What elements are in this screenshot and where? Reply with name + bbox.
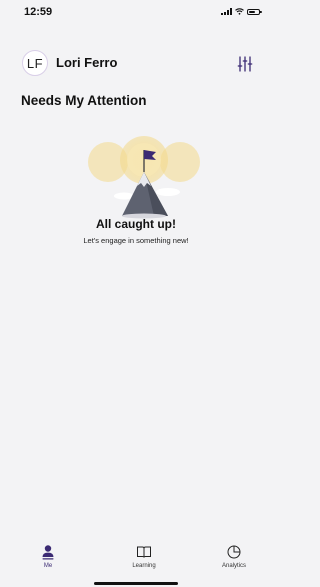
- battery-icon: [247, 8, 262, 15]
- section-title: Needs My Attention: [21, 93, 147, 108]
- app-screen: 12:59 LF Lori Ferro Needs My Attention A…: [0, 0, 272, 587]
- status-time: 12:59: [24, 6, 53, 18]
- status-icons: [221, 8, 262, 15]
- person-icon: [42, 545, 54, 560]
- tab-me[interactable]: Me: [18, 540, 78, 576]
- wifi-icon: [235, 8, 244, 15]
- pie-chart-icon: [227, 545, 241, 559]
- empty-state-title: All caught up!: [96, 217, 176, 231]
- avatar[interactable]: LF: [22, 50, 48, 76]
- user-name[interactable]: Lori Ferro: [56, 55, 117, 70]
- mountain-flag-icon: [88, 136, 200, 219]
- profile-header: LF Lori Ferro: [0, 46, 272, 80]
- signal-icon: [221, 8, 232, 15]
- tab-me-label: Me: [43, 563, 53, 569]
- sliders-icon[interactable]: [236, 55, 254, 73]
- bottom-tab-bar: Me Learning Analytics: [0, 540, 272, 580]
- empty-state-subtitle: Let's engage in something new!: [83, 236, 189, 245]
- book-icon: [137, 546, 151, 558]
- tab-learning[interactable]: Learning: [114, 540, 174, 576]
- home-indicator[interactable]: [94, 582, 178, 585]
- tab-learning-label: Learning: [132, 563, 156, 569]
- tab-analytics[interactable]: Analytics: [204, 540, 264, 576]
- tab-analytics-label: Analytics: [221, 563, 246, 569]
- status-bar: 12:59: [0, 0, 272, 22]
